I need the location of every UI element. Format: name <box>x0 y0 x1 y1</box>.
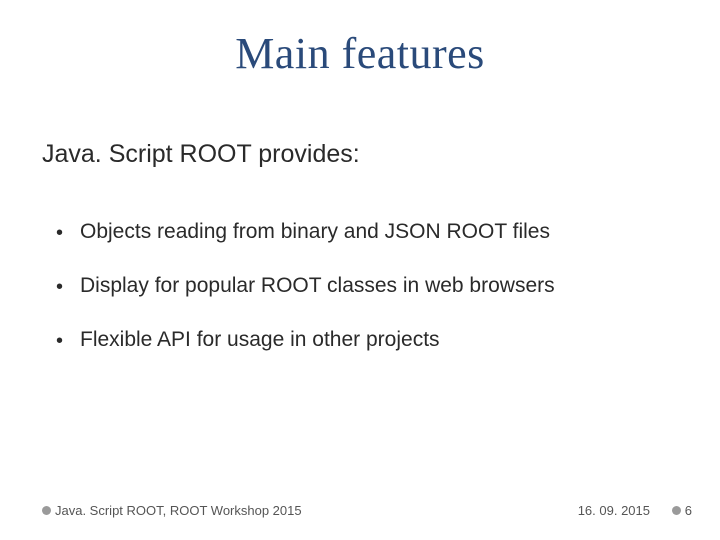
slide: Main features Java. Script ROOT provides… <box>0 0 720 540</box>
footer-page: 6 <box>672 503 692 518</box>
bullet-list: • Objects reading from binary and JSON R… <box>42 192 680 382</box>
footer-source-text: Java. Script ROOT, ROOT Workshop 2015 <box>55 503 302 518</box>
footer: Java. Script ROOT, ROOT Workshop 2015 16… <box>0 498 720 518</box>
slide-subtitle: Java. Script ROOT provides: <box>42 140 360 169</box>
footer-bullet-icon <box>42 506 51 515</box>
footer-page-number: 6 <box>685 503 692 518</box>
slide-title: Main features <box>0 28 720 79</box>
footer-date-text: 16. 09. 2015 <box>578 503 650 518</box>
list-item: • Flexible API for usage in other projec… <box>42 328 680 354</box>
bullet-text: Objects reading from binary and JSON ROO… <box>80 220 550 244</box>
bullet-icon: • <box>56 274 62 300</box>
footer-date: 16. 09. 2015 <box>578 503 650 518</box>
bullet-icon: • <box>56 328 62 354</box>
bullet-text: Display for popular ROOT classes in web … <box>80 274 555 298</box>
footer-source: Java. Script ROOT, ROOT Workshop 2015 <box>42 503 302 518</box>
footer-bullet-icon <box>672 506 681 515</box>
bullet-text: Flexible API for usage in other projects <box>80 328 440 352</box>
list-item: • Display for popular ROOT classes in we… <box>42 274 680 300</box>
bullet-icon: • <box>56 220 62 246</box>
list-item: • Objects reading from binary and JSON R… <box>42 220 680 246</box>
